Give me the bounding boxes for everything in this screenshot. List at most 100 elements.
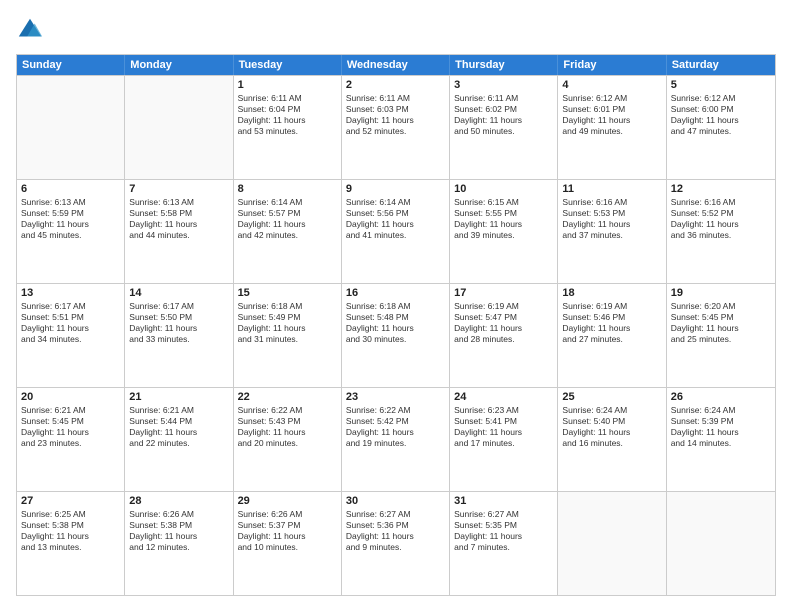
cell-line: and 49 minutes. [562, 126, 661, 137]
cell-line: Sunset: 5:52 PM [671, 208, 771, 219]
calendar-header: SundayMondayTuesdayWednesdayThursdayFrid… [17, 55, 775, 75]
day-number: 4 [562, 79, 661, 91]
calendar-cell: 23Sunrise: 6:22 AMSunset: 5:42 PMDayligh… [342, 388, 450, 491]
cell-line: Daylight: 11 hours [346, 531, 445, 542]
cell-line: Sunrise: 6:17 AM [129, 301, 228, 312]
cell-line: Sunrise: 6:15 AM [454, 197, 553, 208]
cell-line: and 45 minutes. [21, 230, 120, 241]
cell-line: Daylight: 11 hours [562, 323, 661, 334]
cell-line: Sunrise: 6:13 AM [21, 197, 120, 208]
cell-line: Daylight: 11 hours [238, 115, 337, 126]
cell-line: Sunrise: 6:26 AM [129, 509, 228, 520]
cell-line: and 13 minutes. [21, 542, 120, 553]
calendar-cell: 16Sunrise: 6:18 AMSunset: 5:48 PMDayligh… [342, 284, 450, 387]
calendar-cell: 11Sunrise: 6:16 AMSunset: 5:53 PMDayligh… [558, 180, 666, 283]
day-number: 6 [21, 183, 120, 195]
calendar-cell: 7Sunrise: 6:13 AMSunset: 5:58 PMDaylight… [125, 180, 233, 283]
cell-line: and 52 minutes. [346, 126, 445, 137]
calendar-cell [125, 76, 233, 179]
cell-line: and 36 minutes. [671, 230, 771, 241]
cell-line: Sunset: 6:04 PM [238, 104, 337, 115]
cell-line: Daylight: 11 hours [454, 219, 553, 230]
cell-line: Daylight: 11 hours [21, 323, 120, 334]
calendar-cell: 8Sunrise: 6:14 AMSunset: 5:57 PMDaylight… [234, 180, 342, 283]
cell-line: Daylight: 11 hours [454, 531, 553, 542]
cell-line: Daylight: 11 hours [562, 427, 661, 438]
cell-line: Sunrise: 6:25 AM [21, 509, 120, 520]
cell-line: Sunrise: 6:24 AM [671, 405, 771, 416]
cell-line: Sunset: 6:03 PM [346, 104, 445, 115]
calendar-header-cell: Friday [558, 55, 666, 75]
calendar-cell: 9Sunrise: 6:14 AMSunset: 5:56 PMDaylight… [342, 180, 450, 283]
calendar-cell: 31Sunrise: 6:27 AMSunset: 5:35 PMDayligh… [450, 492, 558, 595]
cell-line: Daylight: 11 hours [562, 219, 661, 230]
cell-line: Sunrise: 6:11 AM [238, 93, 337, 104]
day-number: 11 [562, 183, 661, 195]
cell-line: Sunset: 5:59 PM [21, 208, 120, 219]
cell-line: Sunset: 5:47 PM [454, 312, 553, 323]
calendar-cell: 21Sunrise: 6:21 AMSunset: 5:44 PMDayligh… [125, 388, 233, 491]
cell-line: and 17 minutes. [454, 438, 553, 449]
day-number: 13 [21, 287, 120, 299]
cell-line: Sunset: 5:40 PM [562, 416, 661, 427]
calendar-cell: 24Sunrise: 6:23 AMSunset: 5:41 PMDayligh… [450, 388, 558, 491]
day-number: 20 [21, 391, 120, 403]
cell-line: Sunset: 5:44 PM [129, 416, 228, 427]
cell-line: and 31 minutes. [238, 334, 337, 345]
page: SundayMondayTuesdayWednesdayThursdayFrid… [0, 0, 792, 612]
calendar-cell: 4Sunrise: 6:12 AMSunset: 6:01 PMDaylight… [558, 76, 666, 179]
calendar-cell: 15Sunrise: 6:18 AMSunset: 5:49 PMDayligh… [234, 284, 342, 387]
cell-line: Sunset: 5:37 PM [238, 520, 337, 531]
cell-line: Sunrise: 6:13 AM [129, 197, 228, 208]
cell-line: Sunrise: 6:11 AM [346, 93, 445, 104]
cell-line: and 22 minutes. [129, 438, 228, 449]
calendar-cell: 28Sunrise: 6:26 AMSunset: 5:38 PMDayligh… [125, 492, 233, 595]
cell-line: Sunset: 5:45 PM [21, 416, 120, 427]
cell-line: Sunrise: 6:26 AM [238, 509, 337, 520]
cell-line: and 33 minutes. [129, 334, 228, 345]
cell-line: Sunrise: 6:16 AM [562, 197, 661, 208]
cell-line: Daylight: 11 hours [129, 219, 228, 230]
calendar-cell: 2Sunrise: 6:11 AMSunset: 6:03 PMDaylight… [342, 76, 450, 179]
calendar-body: 1Sunrise: 6:11 AMSunset: 6:04 PMDaylight… [17, 75, 775, 595]
calendar-cell: 17Sunrise: 6:19 AMSunset: 5:47 PMDayligh… [450, 284, 558, 387]
cell-line: and 23 minutes. [21, 438, 120, 449]
cell-line: Daylight: 11 hours [238, 219, 337, 230]
day-number: 12 [671, 183, 771, 195]
calendar-cell [558, 492, 666, 595]
calendar-header-cell: Saturday [667, 55, 775, 75]
cell-line: and 37 minutes. [562, 230, 661, 241]
calendar-cell: 20Sunrise: 6:21 AMSunset: 5:45 PMDayligh… [17, 388, 125, 491]
cell-line: Sunset: 6:02 PM [454, 104, 553, 115]
calendar-cell: 25Sunrise: 6:24 AMSunset: 5:40 PMDayligh… [558, 388, 666, 491]
cell-line: Daylight: 11 hours [238, 427, 337, 438]
day-number: 25 [562, 391, 661, 403]
cell-line: and 41 minutes. [346, 230, 445, 241]
cell-line: Daylight: 11 hours [21, 427, 120, 438]
calendar-cell: 13Sunrise: 6:17 AMSunset: 5:51 PMDayligh… [17, 284, 125, 387]
cell-line: Sunrise: 6:12 AM [562, 93, 661, 104]
calendar-cell: 19Sunrise: 6:20 AMSunset: 5:45 PMDayligh… [667, 284, 775, 387]
cell-line: Sunrise: 6:22 AM [238, 405, 337, 416]
cell-line: Sunset: 5:38 PM [129, 520, 228, 531]
calendar-week: 1Sunrise: 6:11 AMSunset: 6:04 PMDaylight… [17, 75, 775, 179]
day-number: 16 [346, 287, 445, 299]
cell-line: Daylight: 11 hours [454, 427, 553, 438]
day-number: 2 [346, 79, 445, 91]
cell-line: Daylight: 11 hours [21, 219, 120, 230]
logo [16, 16, 48, 44]
day-number: 30 [346, 495, 445, 507]
cell-line: Sunrise: 6:21 AM [129, 405, 228, 416]
calendar-header-cell: Monday [125, 55, 233, 75]
cell-line: Sunset: 5:55 PM [454, 208, 553, 219]
cell-line: Daylight: 11 hours [238, 531, 337, 542]
cell-line: and 50 minutes. [454, 126, 553, 137]
cell-line: and 30 minutes. [346, 334, 445, 345]
calendar-cell: 10Sunrise: 6:15 AMSunset: 5:55 PMDayligh… [450, 180, 558, 283]
day-number: 15 [238, 287, 337, 299]
day-number: 5 [671, 79, 771, 91]
cell-line: Sunrise: 6:11 AM [454, 93, 553, 104]
cell-line: Sunrise: 6:16 AM [671, 197, 771, 208]
cell-line: Sunrise: 6:12 AM [671, 93, 771, 104]
calendar-header-cell: Wednesday [342, 55, 450, 75]
